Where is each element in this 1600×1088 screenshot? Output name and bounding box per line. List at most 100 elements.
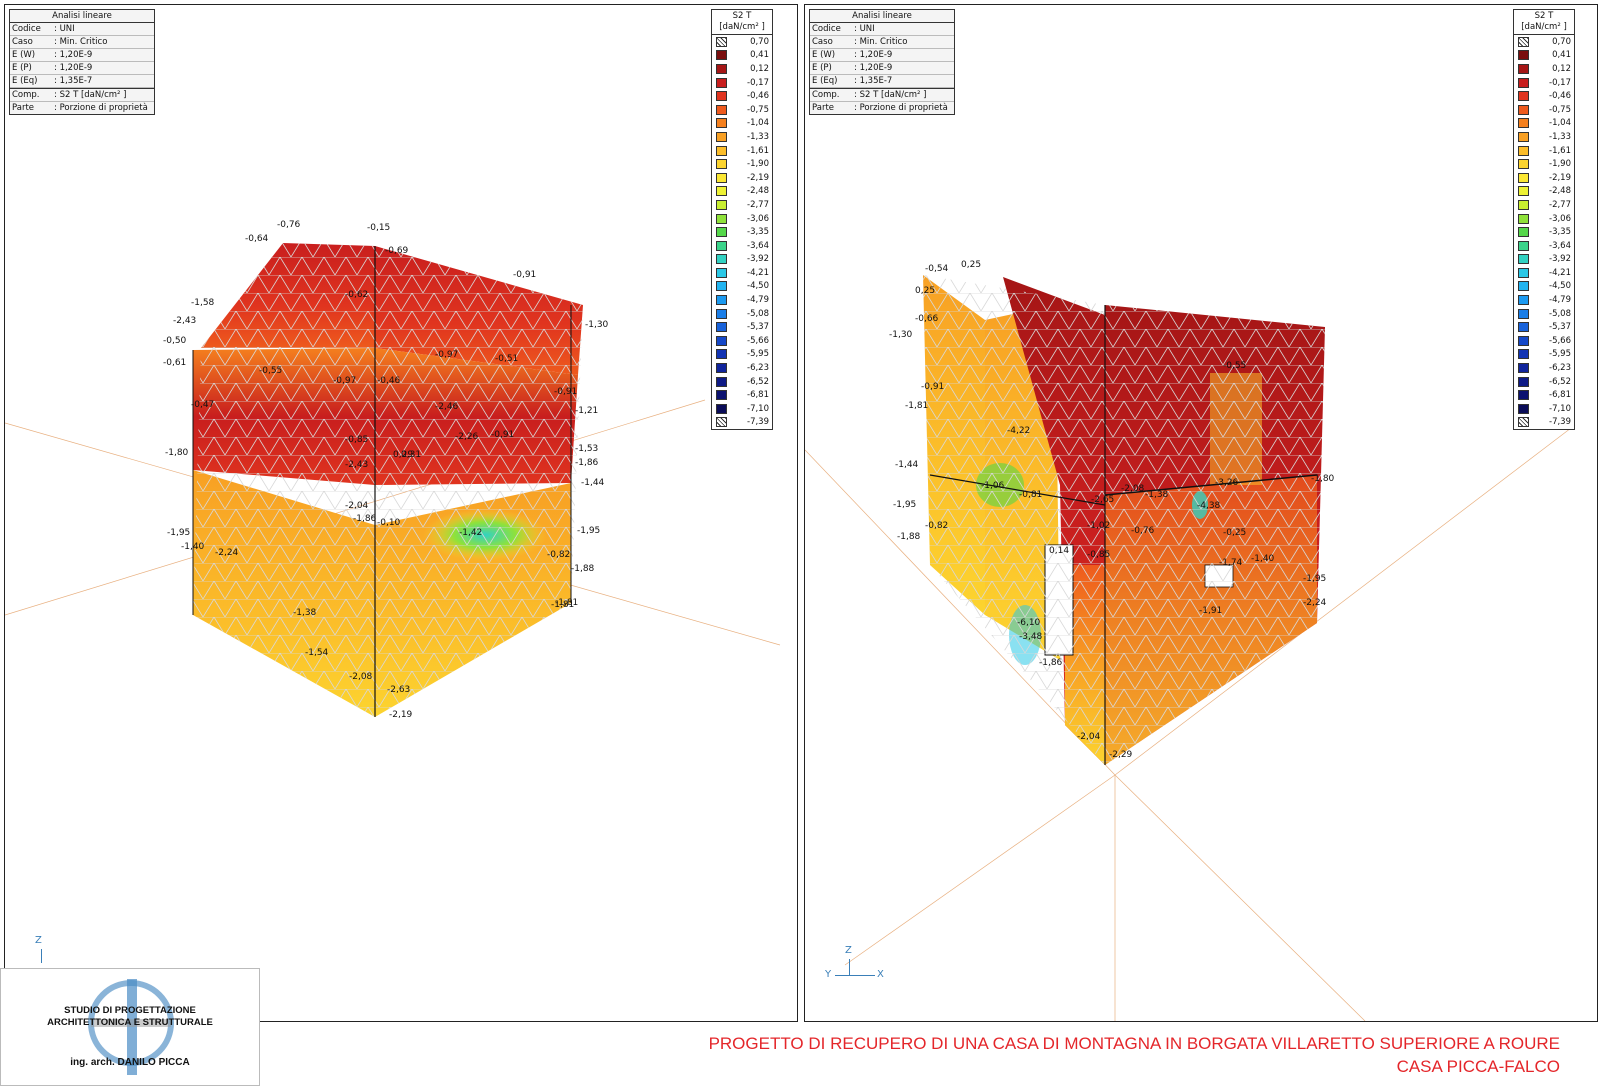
legend-value: -7,39: [1549, 417, 1571, 428]
legend-value: -2,77: [747, 199, 769, 210]
legend-item: -0,75: [712, 103, 772, 117]
axis-triad: Z X Y: [825, 945, 893, 985]
stress-value-label: -1,02: [1087, 521, 1110, 531]
legend-item: -2,77: [1514, 198, 1574, 212]
stress-value-label: -2,43: [345, 460, 368, 470]
stress-value-label: 0,31: [401, 450, 421, 460]
project-subtitle: CASA PICCA-FALCO: [1396, 1057, 1560, 1076]
stress-value-label: -3,26: [1215, 478, 1239, 488]
stress-value-label: -2,08: [1121, 484, 1145, 494]
legend-swatch: [1518, 254, 1529, 265]
logo-line-3: ing. arch. DANILO PICCA: [70, 1057, 190, 1068]
stress-value-label: -2,43: [173, 316, 196, 326]
legend-swatch: [716, 172, 727, 183]
legend-swatch: [1518, 227, 1529, 238]
legend-swatch: [1518, 104, 1529, 115]
stress-value-label: -0,64: [245, 234, 269, 244]
legend-value: -3,06: [747, 213, 769, 224]
stress-value-label: -0,97: [435, 350, 458, 360]
legend-value: -5,95: [1549, 349, 1571, 360]
info-row-ew: E (W): 1,20E-9: [10, 49, 154, 62]
analysis-info-box: Analisi lineare Codice: UNI Caso: Min. C…: [809, 9, 955, 115]
legend-value: -5,95: [747, 349, 769, 360]
stress-value-label: -1,40: [1251, 554, 1275, 564]
stress-value-label: -1,30: [889, 330, 913, 340]
legend-swatch: [1518, 335, 1529, 346]
legend-swatch: [716, 63, 727, 74]
legend-swatch: [1518, 186, 1529, 197]
legend-item: -4,21: [1514, 266, 1574, 280]
legend-item: -1,61: [712, 144, 772, 158]
legend-item: -1,04: [712, 117, 772, 131]
legend-swatch: [1518, 63, 1529, 74]
legend-swatch: [716, 254, 727, 265]
stress-value-label: -6,10: [1017, 618, 1041, 628]
legend-value: -6,23: [1549, 363, 1571, 374]
legend-value: -3,35: [747, 227, 769, 238]
legend-value: -3,06: [1549, 213, 1571, 224]
stress-value-label: -1,81: [905, 401, 928, 411]
stress-value-label: -4,22: [1007, 426, 1030, 436]
info-row-comp: Comp.: S2 T [daN/cm² ]: [810, 88, 954, 102]
legend-swatch: [1518, 363, 1529, 374]
stress-value-label: -0,69: [385, 246, 409, 256]
stress-value-label: -0,15: [367, 223, 390, 233]
info-row-code: Codice: UNI: [810, 23, 954, 36]
legend-value: -4,21: [747, 267, 769, 278]
legend-item: 0,12: [1514, 62, 1574, 76]
left-viewport[interactable]: -0,64 -0,76 -0,15 -0,69 -0,91 -1,58 -2,43 -0,50…: [4, 4, 798, 1022]
legend-item: -0,46: [712, 89, 772, 103]
right-viewport[interactable]: -0,540,250,25-0,66-1,30-0,50-0,61-0,55-0…: [804, 4, 1598, 1022]
legend-value: -7,10: [747, 403, 769, 414]
stress-value-label: -1,53: [575, 444, 598, 454]
legend-swatch: [1518, 403, 1529, 414]
legend-swatch: [1518, 131, 1529, 142]
stress-value-label: -1,42: [459, 528, 482, 538]
legend-item: -5,08: [1514, 307, 1574, 321]
legend-swatch: [716, 349, 727, 360]
logo-line-2: ARCHITETTONICA E STRUTTURALE: [47, 1017, 213, 1028]
legend-item: -6,52: [712, 375, 772, 389]
stress-value-label: -4,38: [1197, 501, 1221, 511]
stress-value-label: -1,95: [577, 526, 600, 536]
stress-value-label: -0,50: [163, 336, 187, 346]
legend-value: -5,37: [747, 322, 769, 333]
info-row-eeq: E (Eq): 1,35E-7: [10, 75, 154, 88]
stress-value-label: -2,24: [1303, 598, 1327, 608]
stress-value-label: 0,14: [1049, 546, 1069, 556]
legend-item: -6,81: [1514, 388, 1574, 402]
axis-y-line: [835, 975, 849, 976]
legend-value: -1,33: [1549, 131, 1571, 142]
legend-item: -5,66: [712, 334, 772, 348]
legend-value: -4,21: [1549, 267, 1571, 278]
legend-swatch: [1518, 240, 1529, 251]
axis-z-line: [41, 949, 42, 963]
legend-value: -0,46: [747, 91, 769, 102]
legend-item: -3,35: [1514, 225, 1574, 239]
legend-value: -1,61: [747, 145, 769, 156]
legend-value: -1,90: [747, 159, 769, 170]
legend-swatch: [1518, 36, 1529, 47]
legend-item: -0,17: [712, 76, 772, 90]
stress-value-label: -2,04: [1077, 732, 1101, 742]
legend-value: -6,52: [1549, 376, 1571, 387]
legend-item: -3,92: [1514, 253, 1574, 267]
info-row-case: Caso: Min. Critico: [810, 36, 954, 49]
legend-item: 0,41: [712, 49, 772, 63]
legend-swatch: [716, 186, 727, 197]
stress-value-label: -0,51: [495, 354, 518, 364]
legend-swatch: [716, 403, 727, 414]
legend-swatch: [716, 376, 727, 387]
legend-swatch: [1518, 376, 1529, 387]
legend-item: -5,37: [1514, 320, 1574, 334]
axis-line: [1114, 774, 1366, 1021]
stress-value-label: -0,76: [277, 220, 301, 230]
left-stress-model: -0,64 -0,76 -0,15 -0,69 -0,91 -1,58 -2,43 -0,50…: [5, 220, 781, 720]
legend-value: 0,70: [1552, 36, 1571, 47]
legend-item: -5,95: [712, 348, 772, 362]
logo-line-1: STUDIO DI PROGETTAZIONE: [64, 1005, 196, 1016]
stress-value-label: -2,29: [1109, 750, 1133, 760]
legend-swatch: [1518, 349, 1529, 360]
legend-value: -5,66: [1549, 335, 1571, 346]
legend-swatch: [716, 199, 727, 210]
